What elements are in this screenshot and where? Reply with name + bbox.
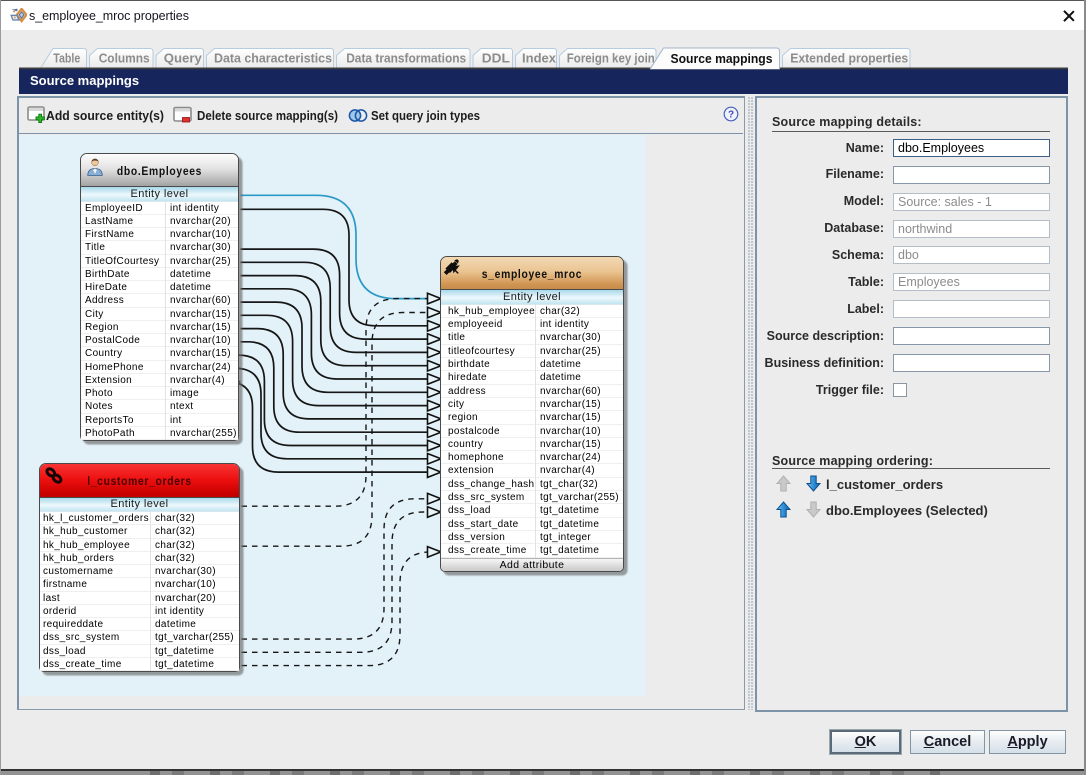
svg-text:Table: Table xyxy=(53,52,80,66)
svg-text:?: ? xyxy=(728,110,734,121)
svg-text:Source mappings: Source mappings xyxy=(671,52,773,66)
svg-text:DDL: DDL xyxy=(482,52,510,66)
svg-text:Index: Index xyxy=(522,52,556,66)
svg-text:Data characteristics: Data characteristics xyxy=(214,52,332,66)
svg-text:Foreign key join: Foreign key join xyxy=(567,52,655,66)
svg-text:Columns: Columns xyxy=(99,52,150,66)
svg-text:Extended properties: Extended properties xyxy=(790,52,908,66)
svg-text:Query: Query xyxy=(164,52,202,66)
svg-text:Data transformations: Data transformations xyxy=(346,52,466,66)
